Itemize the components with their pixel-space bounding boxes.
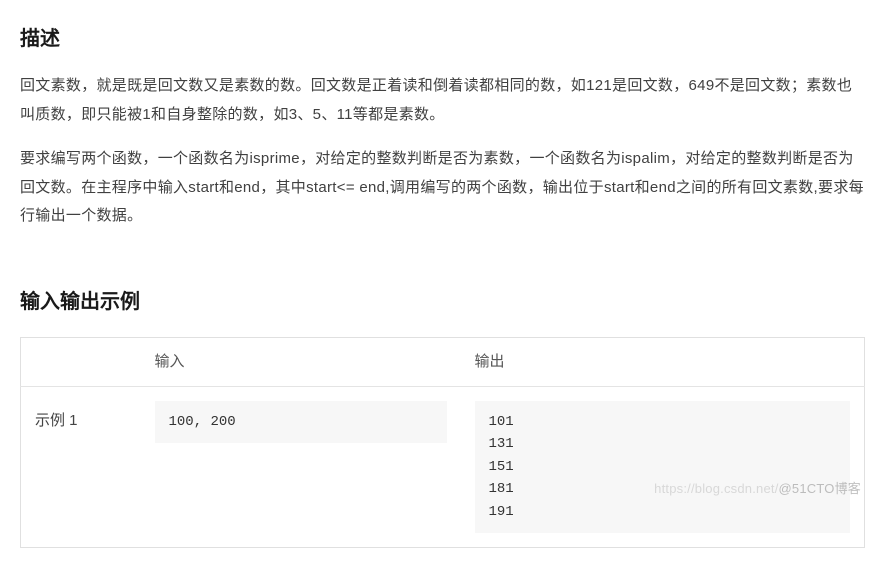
- description-heading: 描述: [20, 20, 865, 58]
- io-example-table: 输入 输出 示例 1 100, 200 101 131 151 181 191: [20, 337, 865, 548]
- table-header-input: 输入: [141, 337, 461, 387]
- example-output-cell: 101 131 151 181 191: [461, 387, 865, 548]
- table-row: 示例 1 100, 200 101 131 151 181 191: [21, 387, 865, 548]
- table-header-output: 输出: [461, 337, 865, 387]
- io-heading: 输入输出示例: [20, 283, 865, 321]
- table-header-blank: [21, 337, 141, 387]
- description-paragraph-1: 回文素数，就是既是回文数又是素数的数。回文数是正着读和倒着读都相同的数，如121…: [20, 72, 865, 129]
- example-input-cell: 100, 200: [141, 387, 461, 548]
- description-paragraph-2: 要求编写两个函数，一个函数名为isprime，对给定的整数判断是否为素数，一个函…: [20, 145, 865, 231]
- example-output-code: 101 131 151 181 191: [475, 401, 851, 533]
- example-input-code: 100, 200: [155, 401, 447, 443]
- example-label: 示例 1: [21, 387, 141, 548]
